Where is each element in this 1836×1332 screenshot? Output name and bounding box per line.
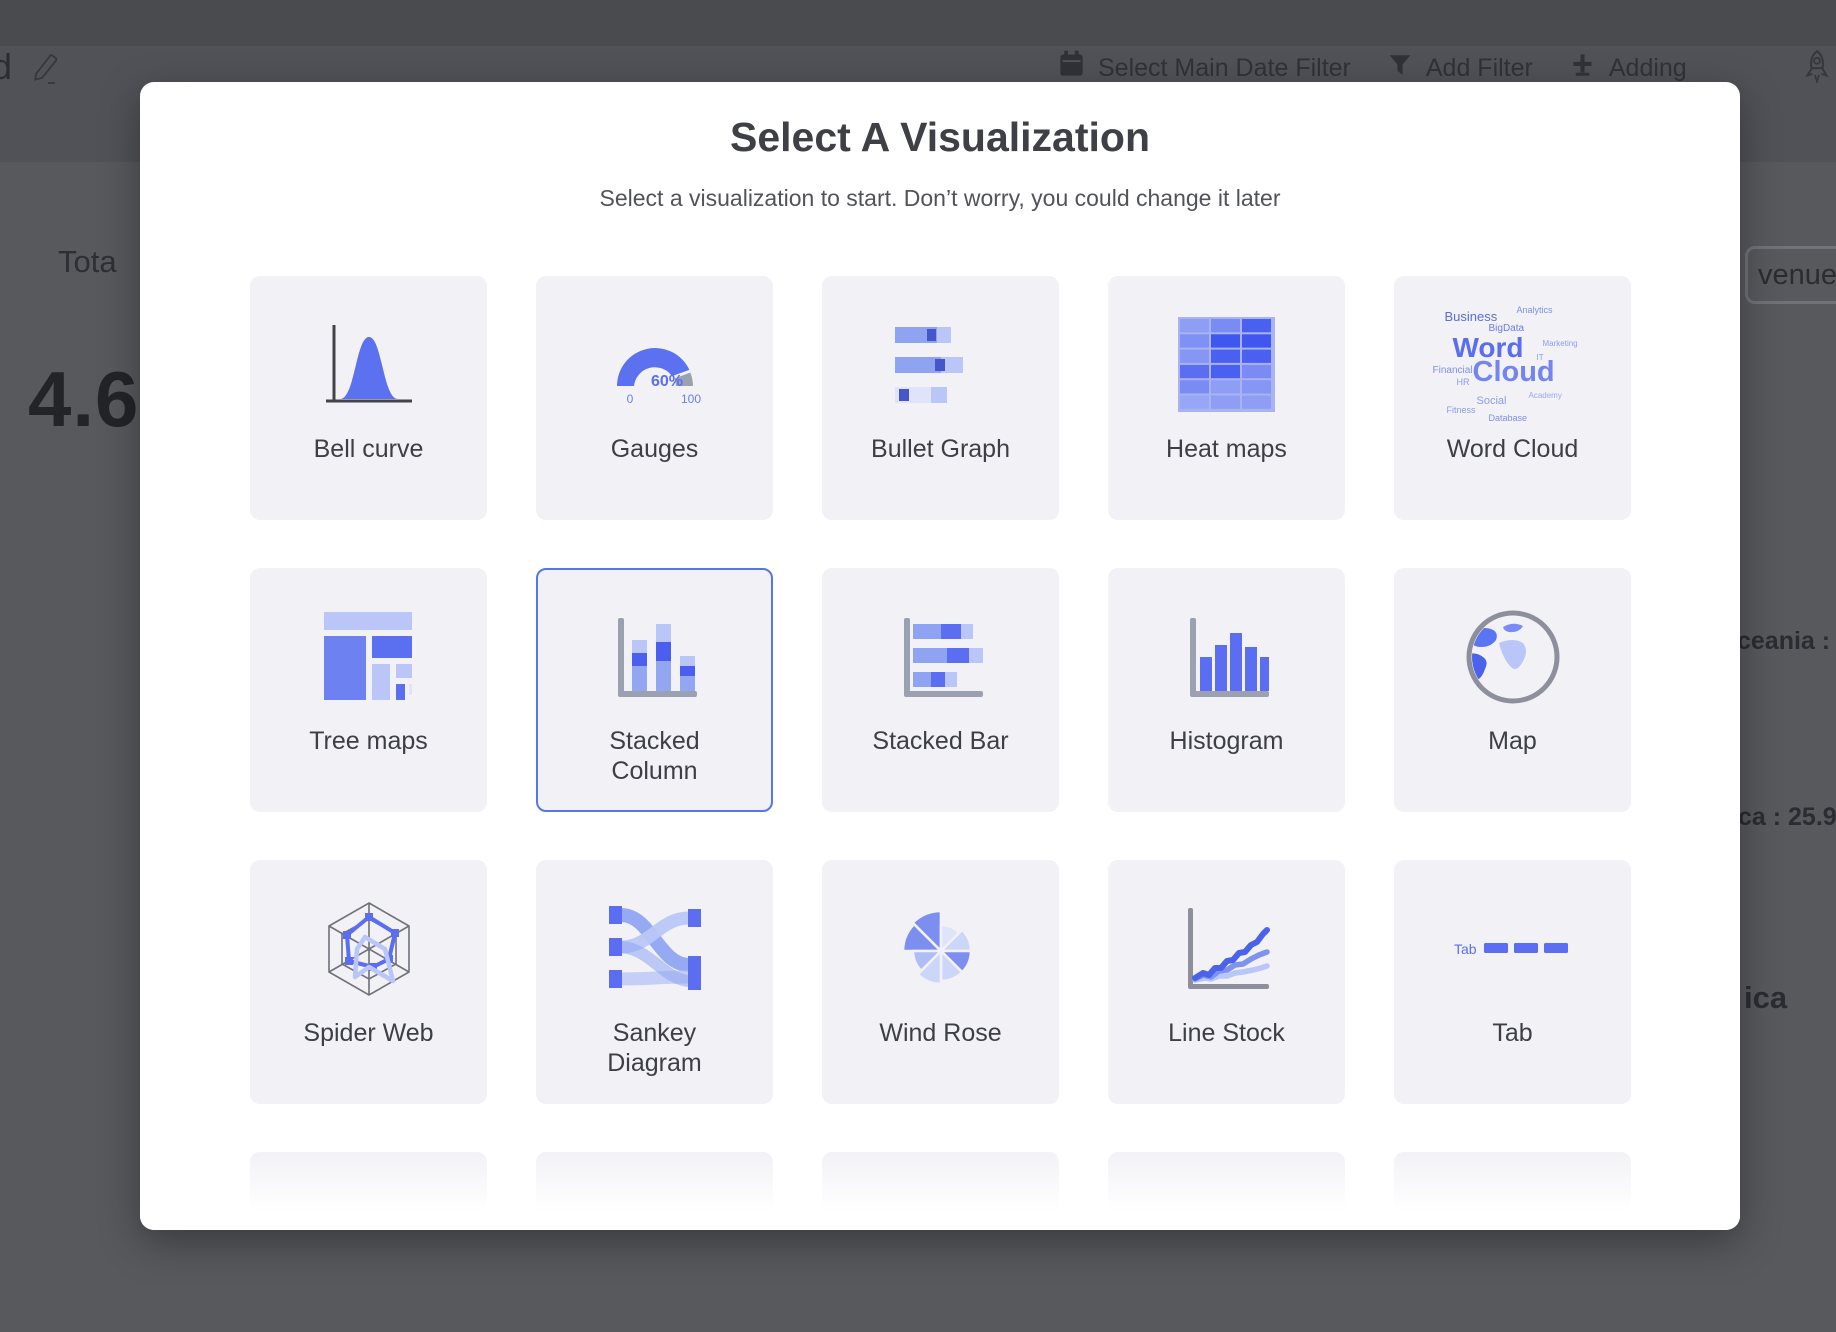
- viz-card-label: Spider Web: [303, 1018, 433, 1048]
- visualization-grid: Bell curve 60% 0 100 Gauges Bullet Graph H…: [250, 276, 1631, 1230]
- viz-card-hidden-stub[interactable]: [1394, 1152, 1631, 1230]
- viz-card-hidden-stub[interactable]: [1108, 1152, 1345, 1230]
- metric-value-fragment: 4.6: [28, 354, 139, 445]
- calendar-icon: [1058, 50, 1085, 86]
- viz-card-line-stock[interactable]: Line Stock: [1108, 860, 1345, 1104]
- word-cloud-words: BusinessAnalyticsBigDataWordITMarketingF…: [1431, 304, 1595, 426]
- rocket-icon[interactable]: [1802, 50, 1832, 89]
- heat-maps-icon: [1178, 302, 1275, 428]
- tree-maps-icon: [324, 594, 414, 720]
- viz-card-bullet-graph[interactable]: Bullet Graph: [822, 276, 1059, 520]
- sankey-diagram-icon: [607, 886, 703, 1012]
- viz-card-sankey-diagram[interactable]: Sankey Diagram: [536, 860, 773, 1104]
- map-icon: [1463, 594, 1563, 720]
- legend-oceania-fragment: ceania : 8: [1737, 627, 1836, 656]
- viz-card-hidden-stub[interactable]: [822, 1152, 1059, 1230]
- viz-card-hidden-stub[interactable]: [536, 1152, 773, 1230]
- viz-card-label: Stacked Bar: [872, 726, 1008, 756]
- svg-text:100: 100: [680, 392, 700, 406]
- viz-card-histogram[interactable]: Histogram: [1108, 568, 1345, 812]
- adding-label: Adding: [1609, 54, 1687, 83]
- main-date-filter-label: Select Main Date Filter: [1098, 54, 1351, 83]
- viz-card-label: Tab: [1492, 1018, 1532, 1048]
- viz-card-label: Wind Rose: [879, 1018, 1001, 1048]
- svg-text:Tab: Tab: [1454, 941, 1477, 957]
- line-stock-icon: [1177, 886, 1277, 1012]
- viz-card-stacked-column[interactable]: Stacked Column: [536, 568, 773, 812]
- spider-web-icon: [317, 886, 421, 1012]
- viz-card-label: Tree maps: [309, 726, 428, 756]
- viz-card-label: Gauges: [611, 434, 699, 464]
- select-visualization-modal: Select A Visualization Select a visualiz…: [140, 82, 1740, 1230]
- legend-africa-fragment: ca : 25.95: [1738, 803, 1836, 832]
- viz-card-label: Line Stock: [1168, 1018, 1285, 1048]
- bullet-graph-icon: [891, 302, 991, 428]
- viz-card-tree-maps[interactable]: Tree maps: [250, 568, 487, 812]
- histogram-icon: [1177, 594, 1277, 720]
- viz-card-gauges[interactable]: 60% 0 100 Gauges: [536, 276, 773, 520]
- viz-card-tab[interactable]: Tab Tab: [1394, 860, 1631, 1104]
- word-cloud-icon: BusinessAnalyticsBigDataWordITMarketingF…: [1431, 302, 1595, 428]
- stacked-bar-icon: [891, 594, 991, 720]
- bell-curve-icon: [319, 302, 419, 428]
- background-top-bar: [0, 0, 1836, 46]
- viz-card-label: Sankey Diagram: [566, 1018, 744, 1078]
- metric-title-fragment: Tota: [58, 244, 117, 280]
- legend-america-fragment: ica: [1744, 980, 1787, 1016]
- filter-funnel-icon: [1387, 52, 1413, 85]
- add-filter-button[interactable]: Add Filter: [1387, 52, 1533, 85]
- revenue-chip-fragment[interactable]: venue: [1745, 246, 1836, 304]
- edit-pencil-icon[interactable]: [30, 52, 60, 91]
- tab-icon: Tab: [1454, 886, 1572, 1012]
- modal-subtitle: Select a visualization to start. Don’t w…: [140, 161, 1740, 212]
- viz-card-label: Histogram: [1170, 726, 1284, 756]
- viz-card-stacked-bar[interactable]: Stacked Bar: [822, 568, 1059, 812]
- dashboard-title-fragment: d: [0, 46, 12, 88]
- background-toolbar: Select Main Date Filter Add Filter Addin…: [1058, 50, 1687, 86]
- viz-card-bell-curve[interactable]: Bell curve: [250, 276, 487, 520]
- viz-card-label: Bullet Graph: [871, 434, 1010, 464]
- viz-card-word-cloud[interactable]: BusinessAnalyticsBigDataWordITMarketingF…: [1394, 276, 1631, 520]
- viz-card-hidden-stub[interactable]: [250, 1152, 487, 1230]
- viz-card-heat-maps[interactable]: Heat maps: [1108, 276, 1345, 520]
- viz-card-map[interactable]: Map: [1394, 568, 1631, 812]
- viz-card-label: Map: [1488, 726, 1537, 756]
- gauges-icon: 60% 0 100: [603, 302, 707, 428]
- plus-icon: [1569, 51, 1596, 85]
- svg-text:0: 0: [626, 392, 633, 406]
- stacked-column-icon: [605, 594, 705, 720]
- viz-card-label: Stacked Column: [566, 726, 744, 786]
- viz-card-wind-rose[interactable]: Wind Rose: [822, 860, 1059, 1104]
- modal-title: Select A Visualization: [140, 82, 1740, 161]
- adding-button[interactable]: Adding: [1569, 51, 1687, 85]
- svg-text:60%: 60%: [650, 373, 682, 390]
- viz-card-spider-web[interactable]: Spider Web: [250, 860, 487, 1104]
- wind-rose-icon: [891, 886, 991, 1012]
- viz-card-label: Bell curve: [314, 434, 424, 464]
- add-filter-label: Add Filter: [1426, 54, 1533, 83]
- viz-card-label: Word Cloud: [1447, 434, 1579, 464]
- viz-card-label: Heat maps: [1166, 434, 1287, 464]
- main-date-filter-button[interactable]: Select Main Date Filter: [1058, 50, 1351, 86]
